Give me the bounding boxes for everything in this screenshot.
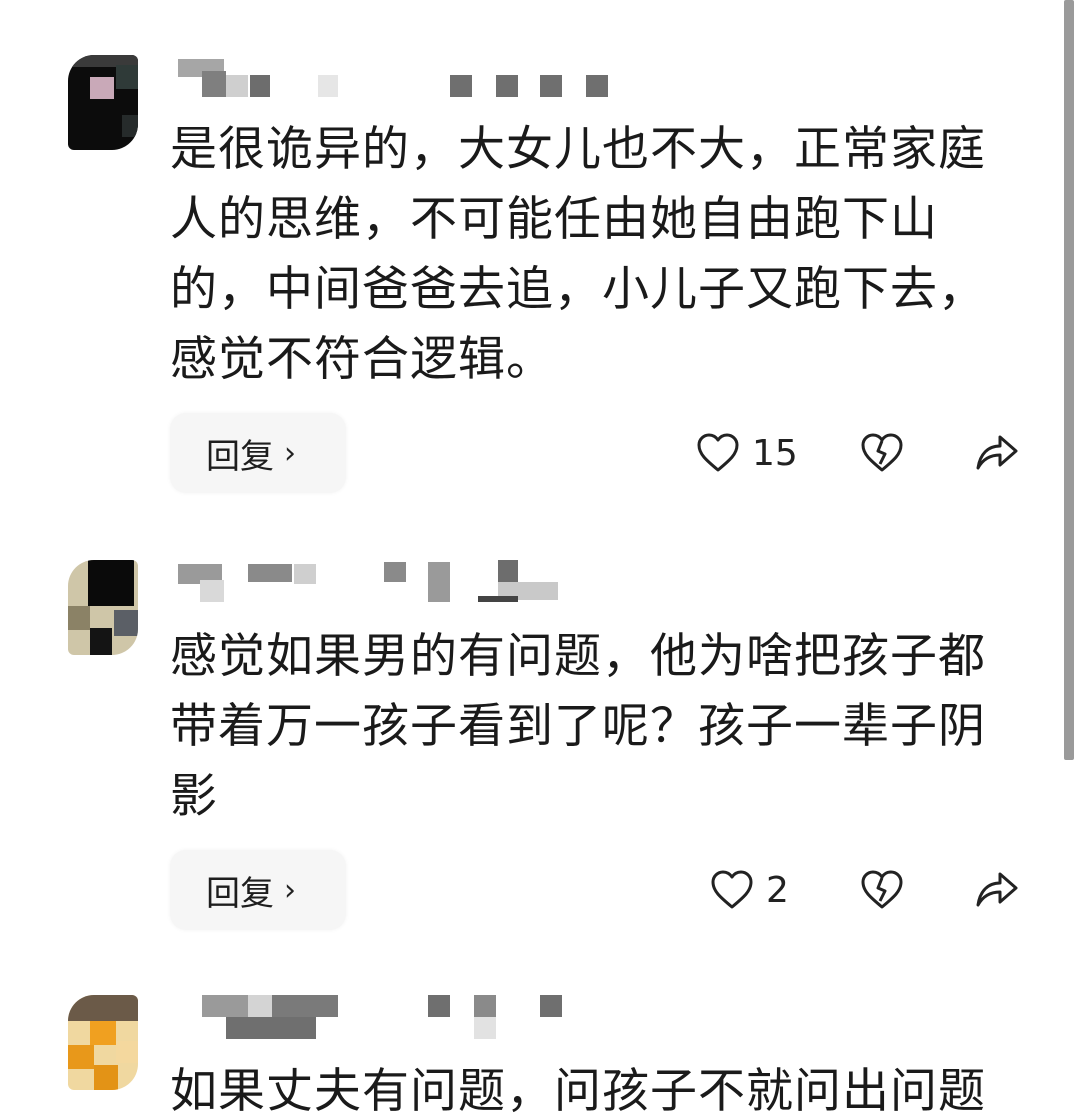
broken-heart-icon [860,869,904,911]
reply-button[interactable]: 回复 › [170,850,346,930]
comment-text: 感觉如果男的有问题，他为啥把孩子都 带着万一孩子看到了呢？孩子一辈子阴 影 [170,629,986,824]
like-count: 15 [752,432,798,474]
comment-text: 是很诡异的，大女儿也不大，正常家庭 人的思维，不可能任由她自由跑下山 的，中间爸… [170,122,986,387]
heart-outline-icon [710,869,754,911]
avatar[interactable] [68,560,138,655]
heart-outline-icon [696,432,740,474]
share-arrow-icon [974,432,1020,472]
share-button[interactable] [974,869,1020,909]
broken-heart-icon [860,432,904,474]
avatar[interactable] [68,995,138,1090]
chevron-right-icon: › [284,435,296,471]
username-blurred [178,995,678,1045]
like-count: 2 [766,869,789,911]
share-arrow-icon [974,869,1020,909]
comment-text: 如果丈夫有问题，问孩子不就问出问题 [170,1064,986,1119]
reply-button[interactable]: 回复 › [170,413,346,493]
dislike-button[interactable] [860,432,904,474]
like-button[interactable]: 15 [696,432,798,474]
share-button[interactable] [974,432,1020,472]
avatar[interactable] [68,55,138,150]
chevron-right-icon: › [284,872,296,908]
reply-label: 回复 [206,873,274,914]
dislike-button[interactable] [860,869,904,911]
scrollbar[interactable] [1064,0,1074,760]
username-blurred [178,560,678,610]
reply-label: 回复 [206,436,274,477]
comment-thread-page: 是很诡异的，大女儿也不大，正常家庭 人的思维，不可能任由她自由跑下山 的，中间爸… [0,0,1080,1119]
username-blurred [178,55,678,105]
like-button[interactable]: 2 [710,869,789,911]
